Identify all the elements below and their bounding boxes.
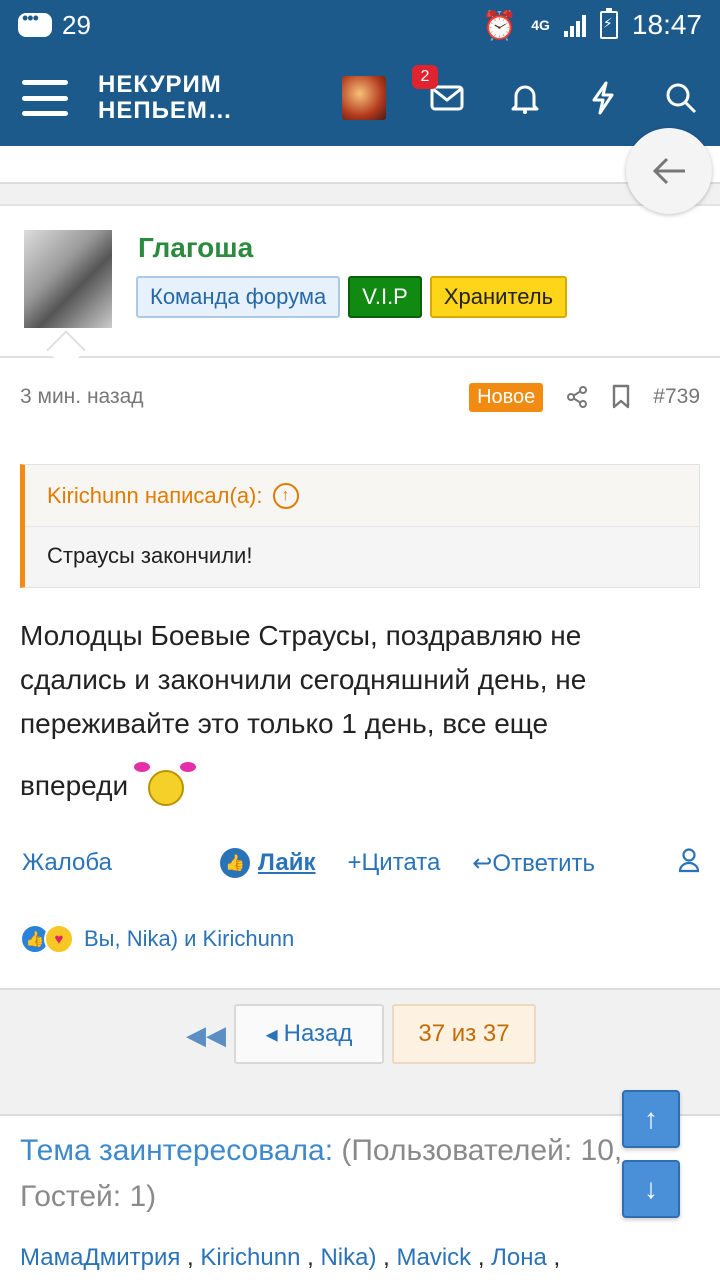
clock: 18:47 xyxy=(631,9,702,40)
post-body-line: сдались и закончили сегодняшний день, не xyxy=(20,664,587,695)
banner-vip: V.I.P xyxy=(348,276,422,318)
plus-icon: + xyxy=(347,849,362,876)
quote-button[interactable]: +Цитата xyxy=(348,849,441,877)
user-link[interactable]: Nika) xyxy=(320,1244,376,1271)
prev-page-label: Назад xyxy=(283,1020,353,1047)
reply-label: Ответить xyxy=(492,849,596,877)
user-icon[interactable] xyxy=(678,847,700,880)
arrow-left-icon xyxy=(652,157,685,185)
signal-icon xyxy=(563,13,586,37)
logo-line2: НЕПЬЕМ… xyxy=(98,97,233,124)
user-link[interactable]: МамаДмитрия xyxy=(20,1244,180,1271)
like-label: Лайк xyxy=(257,849,316,876)
post-number[interactable]: #739 xyxy=(653,385,700,409)
author-banners: Команда форума V.I.P Хранитель xyxy=(136,276,568,318)
user-link[interactable]: Mavick xyxy=(396,1244,471,1271)
reactions-summary[interactable]: 👍 ♥ Вы, Nika) и Kirichunn xyxy=(20,922,294,956)
smiley-emoji-icon xyxy=(134,762,200,808)
post-meta: 3 мин. назад Новое #739 xyxy=(20,382,700,412)
scroll-down-button[interactable]: ↓ xyxy=(622,1160,680,1218)
scroll-up-button[interactable]: ↑ xyxy=(622,1090,680,1148)
like-button[interactable]: 👍 Лайк xyxy=(219,848,316,878)
first-page-icon[interactable]: ◀◀ xyxy=(186,1020,226,1051)
search-icon xyxy=(666,83,697,114)
arrow-up-circle-icon[interactable]: ↑ xyxy=(272,482,299,509)
prev-page-button[interactable]: ◂ Назад xyxy=(234,1004,384,1064)
page-indicator[interactable]: 37 из 37 xyxy=(392,1004,536,1064)
messages-badge: 2 xyxy=(412,65,438,89)
post-body-line: впереди xyxy=(20,770,129,801)
quote-label: Цитата xyxy=(361,849,441,876)
quote-author[interactable]: Kirichunn написал(а): xyxy=(47,483,263,509)
app-header: НЕКУРИМ НЕПЬЕМ… 2 xyxy=(0,50,720,146)
interested-users: МамаДмитрия , Kirichunn , Nika) , Mavick… xyxy=(20,1244,561,1271)
banner-team: Команда форума xyxy=(136,276,341,318)
user-link[interactable]: Kirichunn xyxy=(200,1244,300,1271)
battery-icon xyxy=(599,8,618,39)
reactions-users: Вы, Nika) и Kirichunn xyxy=(84,926,295,951)
post-body-line: переживайте это только 1 день, все еще xyxy=(20,708,549,739)
quote-block: Kirichunn написал(а): ↑ Страусы закончил… xyxy=(20,464,700,588)
pagination: ◀◀ ◂ Назад 37 из 37 xyxy=(0,988,720,1116)
post-actions: Жалоба 👍 Лайк +Цитата ↩Ответить xyxy=(22,846,700,880)
menu-icon[interactable] xyxy=(22,80,68,116)
author-avatar[interactable] xyxy=(24,230,112,328)
lightning-icon xyxy=(592,81,614,115)
new-badge: Новое xyxy=(469,382,544,412)
arrow-up-icon: ↑ xyxy=(644,1103,658,1134)
back-button[interactable] xyxy=(626,128,712,214)
logo-line1: НЕКУРИМ xyxy=(98,71,222,98)
search-button[interactable] xyxy=(664,81,698,115)
interested-title: Тема заинтересовала: xyxy=(20,1134,334,1167)
user-avatar[interactable] xyxy=(342,76,386,120)
share-icon[interactable] xyxy=(565,385,589,409)
bookmark-icon[interactable] xyxy=(611,384,631,410)
report-button[interactable]: Жалоба xyxy=(22,849,112,877)
envelope-icon xyxy=(430,85,464,111)
user-link[interactable]: Лона xyxy=(491,1244,547,1271)
alerts-button[interactable] xyxy=(508,81,542,115)
post-author-block: Глагоша Команда форума V.I.P Хранитель xyxy=(0,206,720,358)
post-time[interactable]: 3 мин. назад xyxy=(20,385,144,409)
site-logo[interactable]: НЕКУРИМ НЕПЬЕМ… xyxy=(98,72,233,124)
status-bar: 29 ⏰ 4G 18:47 xyxy=(0,0,720,50)
quote-text: Страусы закончили! xyxy=(47,543,253,568)
bell-icon xyxy=(511,85,539,114)
arrow-down-icon: ↓ xyxy=(644,1173,658,1204)
caret-left-icon: ◂ xyxy=(265,1020,278,1048)
thumbs-up-icon: 👍 xyxy=(219,848,250,878)
quote-header[interactable]: Kirichunn написал(а): ↑ xyxy=(25,465,699,527)
author-name[interactable]: Глагоша xyxy=(138,232,253,264)
post-separator xyxy=(0,182,720,206)
banner-keeper: Хранитель xyxy=(429,276,568,318)
post-body-line: Молодцы Боевые Страусы, поздравляю не xyxy=(20,620,582,651)
messages-button[interactable]: 2 xyxy=(412,65,464,115)
alarm-icon: ⏰ xyxy=(482,9,518,41)
reply-button[interactable]: ↩Ответить xyxy=(472,849,595,878)
notification-count: 29 xyxy=(62,9,91,40)
network-type: 4G xyxy=(531,17,550,33)
chat-notification-icon xyxy=(18,8,52,37)
love-reaction-icon: ♥ xyxy=(44,924,74,954)
whats-new-button[interactable] xyxy=(586,81,620,115)
reply-arrow-icon: ↩ xyxy=(472,849,493,877)
interested-block: Тема заинтересовала: (Пользователей: 10,… xyxy=(20,1128,700,1220)
post-body: Молодцы Боевые Страусы, поздравляю не сд… xyxy=(20,614,700,808)
